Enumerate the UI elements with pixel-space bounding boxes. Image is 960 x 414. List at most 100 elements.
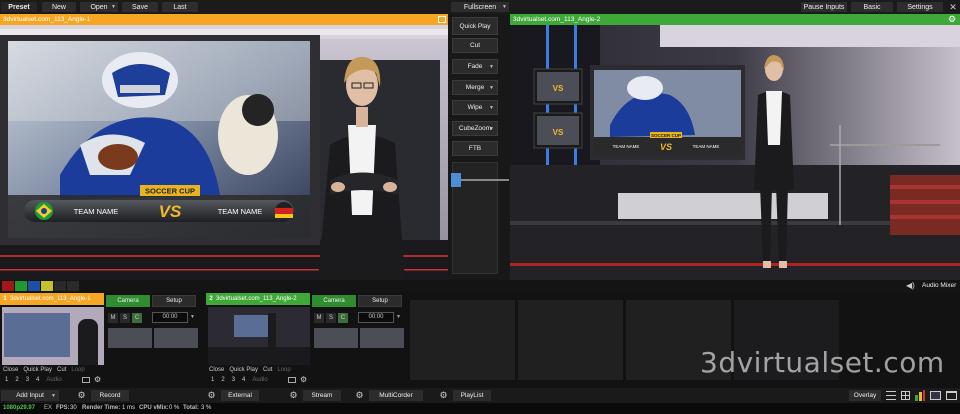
wipe-label: Wipe — [467, 104, 483, 111]
loop-button[interactable]: Loop — [277, 367, 290, 373]
grid-view-icon[interactable] — [901, 391, 910, 400]
cut-input-button[interactable]: Cut — [263, 367, 272, 373]
quick-play-input-button[interactable]: Quick Play — [23, 367, 52, 373]
input-1-camera-button[interactable]: Camera — [106, 295, 150, 307]
audio-button[interactable]: Audio — [252, 377, 267, 383]
cut-button[interactable]: Cut — [452, 38, 498, 53]
gear-icon[interactable]: ⚙ — [287, 389, 300, 402]
merge-button[interactable]: Merge ▼ — [452, 80, 498, 95]
fps-value: 30 — [70, 405, 77, 411]
input-1-thumbnail[interactable] — [2, 307, 104, 365]
quick-play-button[interactable]: Quick Play — [452, 17, 498, 35]
preset-button[interactable]: Preset — [0, 1, 38, 13]
add-input-button[interactable]: Add Input ▼ — [0, 389, 60, 402]
input-1-header[interactable]: 1 3dvirtualset.com_113_Angle-1 — [0, 293, 104, 305]
cut-input-button[interactable]: Cut — [57, 367, 66, 373]
audio-mixer-label[interactable]: Audio Mixer — [922, 281, 956, 291]
ftb-button[interactable]: FTB — [452, 141, 498, 156]
pause-inputs-button[interactable]: Pause Inputs — [800, 1, 848, 13]
list-view-icon[interactable] — [886, 390, 896, 401]
overlay-3-button[interactable]: 3 — [232, 377, 235, 383]
open-button[interactable]: Open ▼ — [79, 1, 119, 13]
input-2[interactable]: 2 3dvirtualset.com_113_Angle-2 Camera Set… — [206, 293, 410, 388]
save-button[interactable]: Save — [121, 1, 159, 13]
overlay-1-button[interactable]: 1 — [211, 377, 214, 383]
mix-m-button[interactable]: M — [314, 313, 324, 323]
speaker-icon[interactable]: ◀) — [906, 281, 915, 291]
mix-c-button[interactable]: C — [338, 313, 348, 323]
color-swatch-5[interactable] — [54, 281, 66, 291]
audio-button[interactable]: Audio — [46, 377, 61, 383]
settings-button[interactable]: Settings — [896, 1, 944, 13]
chevron-down-icon: ▼ — [489, 84, 494, 91]
gear-icon[interactable]: ⚙ — [300, 375, 307, 384]
overlay-2-button[interactable]: 2 — [15, 377, 18, 383]
gear-icon[interactable]: ⚙ — [205, 389, 218, 402]
gear-icon[interactable]: ⚙ — [353, 389, 366, 402]
fullscreen-button[interactable]: Fullscreen ▼ — [450, 1, 510, 13]
overlay-3-button[interactable]: 3 — [26, 377, 29, 383]
output-banner-text: SOCCER CUP — [651, 133, 681, 138]
preview-title-bar: 3dvirtualset.com_113_Angle-1 — [0, 14, 448, 25]
audio-meter-icon[interactable] — [915, 390, 925, 401]
last-button[interactable]: Last — [161, 1, 199, 13]
input-2-thumbnail[interactable] — [208, 307, 310, 365]
wipe-button[interactable]: Wipe ▼ — [452, 100, 498, 115]
gear-icon[interactable]: ⚙ — [948, 14, 956, 25]
gear-icon[interactable]: ⚙ — [94, 375, 101, 384]
photo-icon[interactable] — [930, 391, 941, 400]
window-icon[interactable] — [946, 391, 957, 400]
input-1[interactable]: 1 3dvirtualset.com_113_Angle-1 Camera Set… — [0, 293, 204, 388]
playlist-button[interactable]: PlayList — [452, 389, 492, 402]
record-button[interactable]: Record — [90, 389, 130, 402]
chevron-down-icon: ▼ — [51, 392, 56, 399]
thumb-presenter — [78, 319, 98, 365]
watermark-text: 3dvirtualset.com — [700, 346, 945, 379]
input-2-header[interactable]: 2 3dvirtualset.com_113_Angle-2 — [206, 293, 310, 305]
output-team-right: TEAM NAME — [693, 144, 720, 149]
mix-c-button[interactable]: C — [132, 313, 142, 323]
overlay-4-button[interactable]: 4 — [36, 377, 39, 383]
overlay-button[interactable]: Overlay — [848, 389, 882, 402]
color-swatch-6[interactable] — [67, 281, 79, 291]
mix-s-button[interactable]: S — [120, 313, 130, 323]
empty-input-slot — [410, 300, 515, 380]
external-button[interactable]: External — [220, 389, 260, 402]
close-icon[interactable]: ✕ — [947, 1, 959, 13]
loop-button[interactable]: Loop — [71, 367, 84, 373]
overlay-1-button[interactable]: 1 — [5, 377, 8, 383]
t-bar-handle[interactable] — [451, 173, 461, 187]
monitor-icon[interactable] — [82, 377, 90, 383]
close-button[interactable]: Close — [209, 367, 224, 373]
overlay-4-button[interactable]: 4 — [242, 377, 245, 383]
input-1-setup-button[interactable]: Setup — [152, 295, 196, 307]
input-1-mix-buttons: M S C — [108, 313, 154, 323]
stream-button[interactable]: Stream — [302, 389, 342, 402]
mix-m-button[interactable]: M — [108, 313, 118, 323]
color-swatch-1[interactable] — [2, 281, 14, 291]
color-swatch-3[interactable] — [28, 281, 40, 291]
overlay-2-button[interactable]: 2 — [221, 377, 224, 383]
chevron-down-icon: ▼ — [489, 63, 494, 70]
input-2-time-field[interactable]: 00:00 — [358, 312, 394, 323]
cubezoom-button[interactable]: CubeZoom ▼ — [452, 121, 498, 136]
new-button[interactable]: New — [41, 1, 77, 13]
gear-icon[interactable]: ⚙ — [75, 389, 88, 402]
chevron-down-icon[interactable]: ▼ — [190, 314, 195, 320]
t-bar-slider[interactable] — [451, 162, 509, 274]
chevron-down-icon[interactable]: ▼ — [396, 314, 401, 320]
preview-window-icon[interactable] — [438, 16, 446, 23]
input-2-camera-button[interactable]: Camera — [312, 295, 356, 307]
monitor-icon[interactable] — [288, 377, 296, 383]
quick-play-input-button[interactable]: Quick Play — [229, 367, 258, 373]
color-swatch-2[interactable] — [15, 281, 27, 291]
input-2-setup-button[interactable]: Setup — [358, 295, 402, 307]
basic-button[interactable]: Basic — [850, 1, 894, 13]
input-1-time-field[interactable]: 00:00 — [152, 312, 188, 323]
close-button[interactable]: Close — [3, 367, 18, 373]
fade-button[interactable]: Fade ▼ — [452, 59, 498, 74]
mix-s-button[interactable]: S — [326, 313, 336, 323]
multicorder-button[interactable]: MultiCorder — [368, 389, 424, 402]
gear-icon[interactable]: ⚙ — [437, 389, 450, 402]
color-swatch-4[interactable] — [41, 281, 53, 291]
